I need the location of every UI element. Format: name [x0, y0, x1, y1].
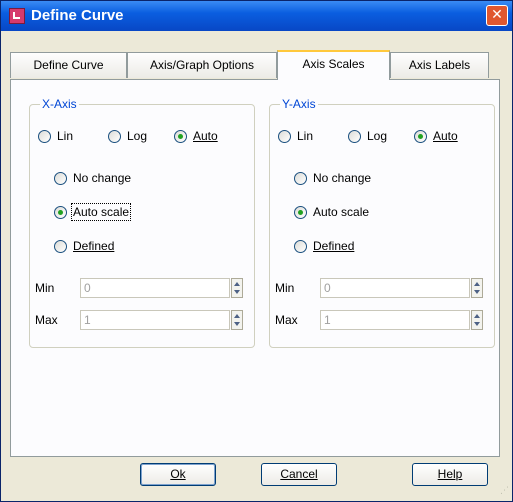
y-auto-label: Auto [433, 129, 458, 143]
y-auto-radio[interactable]: Auto [414, 129, 458, 143]
spin-down-icon [234, 290, 240, 294]
y-no-change-label: No change [313, 171, 372, 185]
x-min-spinner[interactable] [231, 278, 243, 298]
x-log-radio-button[interactable] [108, 129, 121, 143]
x-auto-label: Auto [193, 129, 218, 143]
x-auto-scale-label: Auto scale [70, 203, 132, 221]
x-lin-radio-button[interactable] [38, 129, 51, 143]
x-lin-radio[interactable]: Lin [38, 129, 73, 143]
help-button-label: Help [437, 467, 463, 481]
y-log-radio[interactable]: Log [348, 129, 387, 143]
x-axis-group: X-Axis Lin Log Auto No change Auto scale… [29, 97, 255, 348]
tab-define-curve[interactable]: Define Curve [10, 52, 127, 78]
x-defined-radio-button[interactable] [54, 239, 67, 253]
define-curve-dialog: Define Curve ✕ Define Curve Axis/Graph O… [0, 0, 513, 502]
ok-button-label: Ok [170, 467, 186, 481]
x-no-change-radio-button[interactable] [54, 171, 67, 185]
y-defined-radio[interactable]: Defined [294, 239, 354, 253]
x-max-spinner[interactable] [231, 310, 243, 330]
y-max-label: Max [275, 313, 298, 327]
y-min-label: Min [275, 281, 295, 295]
y-log-label: Log [367, 129, 388, 143]
x-auto-scale-radio-button[interactable] [54, 205, 67, 219]
cancel-button[interactable]: Cancel [261, 463, 337, 486]
y-max-spinner[interactable] [471, 310, 483, 330]
y-axis-group: Y-Axis Lin Log Auto No change Auto scale… [269, 97, 495, 348]
x-max-label: Max [35, 313, 58, 327]
x-defined-label: Defined [73, 239, 115, 253]
resize-grip-icon[interactable]: ⋰ [500, 487, 510, 499]
x-min-label: Min [35, 281, 55, 295]
x-min-input[interactable]: 0 [80, 278, 230, 298]
y-auto-scale-radio[interactable]: Auto scale [294, 205, 369, 219]
x-log-label: Log [127, 129, 148, 143]
y-max-input[interactable]: 1 [320, 310, 470, 330]
window-title: Define Curve [31, 7, 124, 24]
y-min-spinner[interactable] [471, 278, 483, 298]
spin-up-icon [234, 282, 240, 286]
title-bar[interactable]: Define Curve ✕ [1, 1, 512, 31]
x-log-radio[interactable]: Log [108, 129, 147, 143]
app-icon [9, 8, 25, 24]
x-no-change-label: No change [73, 171, 132, 185]
x-auto-radio-button[interactable] [174, 129, 187, 143]
y-auto-scale-radio-button[interactable] [294, 205, 307, 219]
x-max-input[interactable]: 1 [80, 310, 230, 330]
spin-up-icon [474, 282, 480, 286]
y-min-input[interactable]: 0 [320, 278, 470, 298]
x-auto-radio[interactable]: Auto [174, 129, 218, 143]
x-auto-scale-radio[interactable]: Auto scale [54, 203, 132, 221]
y-lin-label: Lin [297, 129, 314, 143]
y-no-change-radio[interactable]: No change [294, 171, 371, 185]
spin-up-icon [234, 314, 240, 318]
spin-up-icon [474, 314, 480, 318]
y-auto-radio-button[interactable] [414, 129, 427, 143]
x-no-change-radio[interactable]: No change [54, 171, 131, 185]
x-lin-label: Lin [57, 129, 74, 143]
spin-down-icon [234, 322, 240, 326]
y-lin-radio[interactable]: Lin [278, 129, 313, 143]
y-lin-radio-button[interactable] [278, 129, 291, 143]
tab-axis-labels[interactable]: Axis Labels [390, 52, 489, 78]
y-auto-scale-label: Auto scale [313, 205, 370, 219]
y-defined-label: Defined [313, 239, 355, 253]
y-log-radio-button[interactable] [348, 129, 361, 143]
spin-down-icon [474, 290, 480, 294]
cancel-button-label: Cancel [280, 467, 318, 481]
x-defined-radio[interactable]: Defined [54, 239, 114, 253]
y-no-change-radio-button[interactable] [294, 171, 307, 185]
axis-scales-panel: X-Axis Lin Log Auto No change Auto scale… [10, 79, 500, 457]
close-button[interactable]: ✕ [486, 5, 508, 26]
x-axis-group-label: X-Axis [40, 97, 79, 111]
y-axis-group-label: Y-Axis [280, 97, 318, 111]
close-icon: ✕ [491, 7, 503, 23]
help-button[interactable]: Help [412, 463, 488, 486]
spin-down-icon [474, 322, 480, 326]
tab-axis-graph-options[interactable]: Axis/Graph Options [127, 52, 277, 78]
tab-axis-scales[interactable]: Axis Scales [277, 50, 390, 80]
ok-button[interactable]: Ok [140, 463, 216, 486]
y-defined-radio-button[interactable] [294, 239, 307, 253]
tab-strip: Define Curve Axis/Graph Options Axis Sca… [10, 50, 500, 80]
